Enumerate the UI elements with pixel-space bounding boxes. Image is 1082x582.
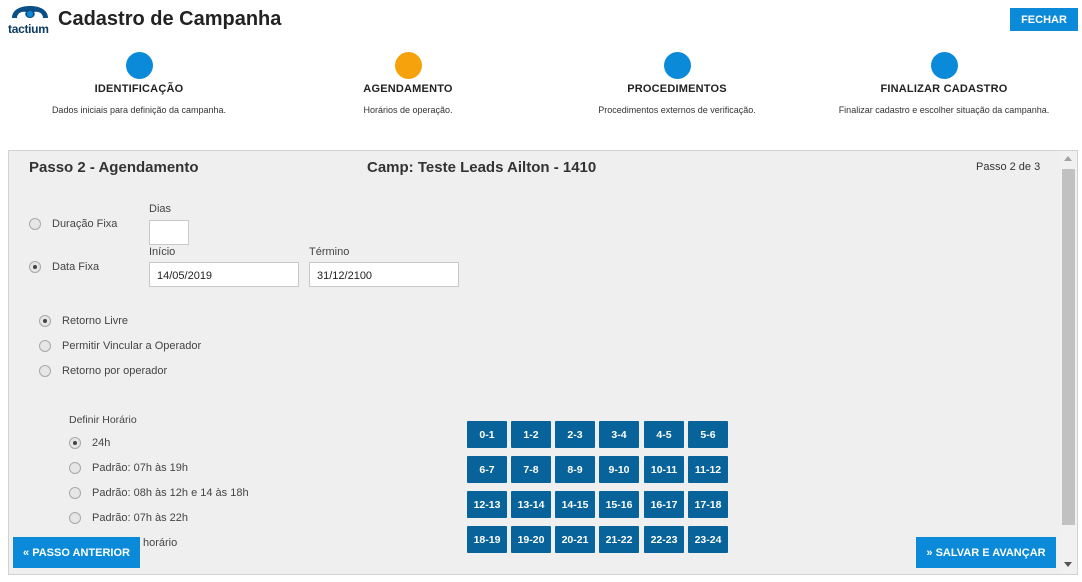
days-label: Dias	[149, 203, 172, 215]
end-date-field[interactable]: 31/12/2100	[309, 262, 459, 287]
hour-button[interactable]: 7-8	[511, 456, 551, 483]
step-title: PROCEDIMENTOS	[627, 83, 727, 95]
wizard-steps: IDENTIFICAÇÃO Dados iniciais para defini…	[0, 52, 1082, 122]
step-dot-icon	[125, 52, 153, 79]
hour-button[interactable]: 13-14	[511, 491, 551, 518]
step-indicator: Passo 2 de 3	[976, 161, 1041, 173]
hour-button[interactable]: 18-19	[467, 526, 507, 553]
hour-button[interactable]: 3-4	[599, 421, 639, 448]
hour-button[interactable]: 8-9	[555, 456, 595, 483]
hour-button[interactable]: 17-18	[688, 491, 728, 518]
hour-button[interactable]: 15-16	[599, 491, 639, 518]
hour-button[interactable]: 20-21	[555, 526, 595, 553]
schedule-07-19-radio[interactable]	[69, 462, 81, 474]
hour-button[interactable]: 10-11	[644, 456, 684, 483]
step-desc: Horários de operação.	[363, 105, 453, 115]
campaign-name: Camp: Teste Leads Ailton - 1410	[367, 159, 597, 176]
step-desc: Finalizar cadastro e escolher situação d…	[838, 105, 1050, 115]
end-date-label: Término	[309, 246, 350, 258]
scroll-thumb[interactable]	[1062, 169, 1075, 525]
scroll-down-icon[interactable]	[1064, 562, 1072, 567]
panel-title: Passo 2 - Agendamento	[29, 159, 199, 176]
schedule-option-label: 24h	[92, 437, 111, 449]
hour-button[interactable]: 11-12	[688, 456, 728, 483]
hour-button[interactable]: 4-5	[644, 421, 684, 448]
step-finalizar[interactable]: FINALIZAR CADASTRO Finalizar cadastro e …	[809, 52, 1079, 115]
schedule-option-label: Padrão: 08h às 12h e 14 às 18h	[92, 487, 249, 499]
hour-button[interactable]: 2-3	[555, 421, 595, 448]
return-option-label: Permitir Vincular a Operador	[62, 340, 202, 352]
step-dot-icon	[930, 52, 958, 79]
logo-text: tactium	[8, 22, 49, 36]
step-identificacao[interactable]: IDENTIFICAÇÃO Dados iniciais para defini…	[4, 52, 274, 115]
step-procedimentos[interactable]: PROCEDIMENTOS Procedimentos externos de …	[542, 52, 812, 115]
hour-button[interactable]: 6-7	[467, 456, 507, 483]
hour-button[interactable]: 12-13	[467, 491, 507, 518]
hour-button[interactable]: 22-23	[644, 526, 684, 553]
save-and-next-button[interactable]: » SALVAR E AVANÇAR	[916, 537, 1056, 568]
return-free-radio[interactable]	[39, 315, 51, 327]
schedule-07-22-radio[interactable]	[69, 512, 81, 524]
return-option-label: Retorno por operador	[62, 365, 168, 377]
return-by-operator-radio[interactable]	[39, 365, 51, 377]
hour-button[interactable]: 1-2	[511, 421, 551, 448]
scroll-up-icon[interactable]	[1064, 156, 1072, 161]
hour-button[interactable]: 9-10	[599, 456, 639, 483]
previous-step-button[interactable]: « PASSO ANTERIOR	[13, 537, 140, 568]
hour-button[interactable]: 21-22	[599, 526, 639, 553]
schedule-24h-radio[interactable]	[69, 437, 81, 449]
duration-fixed-radio[interactable]	[29, 218, 41, 230]
page-title: Cadastro de Campanha	[58, 8, 282, 30]
date-fixed-label: Data Fixa	[52, 261, 100, 273]
start-date-field[interactable]: 14/05/2019	[149, 262, 299, 287]
hour-button[interactable]: 0-1	[467, 421, 507, 448]
schedule-label: Definir Horário	[69, 414, 137, 426]
step-title: IDENTIFICAÇÃO	[94, 83, 184, 95]
link-operator-radio[interactable]	[39, 340, 51, 352]
hour-button[interactable]: 16-17	[644, 491, 684, 518]
hour-button[interactable]: 23-24	[688, 526, 728, 553]
header: tactium Cadastro de Campanha FECHAR	[0, 0, 1082, 40]
hour-button[interactable]: 14-15	[555, 491, 595, 518]
start-date-label: Início	[149, 246, 176, 258]
schedule-option-label: Padrão: 07h às 19h	[92, 462, 189, 474]
step-agendamento[interactable]: AGENDAMENTO Horários de operação.	[273, 52, 543, 115]
hour-button[interactable]: 19-20	[511, 526, 551, 553]
schedule-option-label: Padrão: 07h às 22h	[92, 512, 189, 524]
schedule-08-12-14-18-radio[interactable]	[69, 487, 81, 499]
hour-button[interactable]: 5-6	[688, 421, 728, 448]
step-desc: Procedimentos externos de verificação.	[598, 105, 756, 115]
schedule-option-label: horário	[143, 537, 178, 549]
duration-fixed-label: Duração Fixa	[52, 218, 118, 230]
return-option-label: Retorno Livre	[62, 315, 129, 327]
scheduling-panel: Passo 2 - Agendamento Camp: Teste Leads …	[8, 150, 1078, 575]
step-title: FINALIZAR CADASTRO	[880, 83, 1008, 95]
date-fixed-radio[interactable]	[29, 261, 41, 273]
step-dot-icon	[394, 52, 422, 79]
tactium-logo: tactium	[7, 4, 53, 36]
step-title: AGENDAMENTO	[363, 83, 453, 95]
days-field[interactable]	[149, 220, 189, 245]
step-desc: Dados iniciais para definição da campanh…	[51, 105, 227, 115]
step-dot-icon	[663, 52, 691, 79]
close-button[interactable]: FECHAR	[1010, 8, 1078, 31]
panel-scrollbar[interactable]	[1060, 151, 1077, 574]
logo-icon	[12, 6, 48, 18]
